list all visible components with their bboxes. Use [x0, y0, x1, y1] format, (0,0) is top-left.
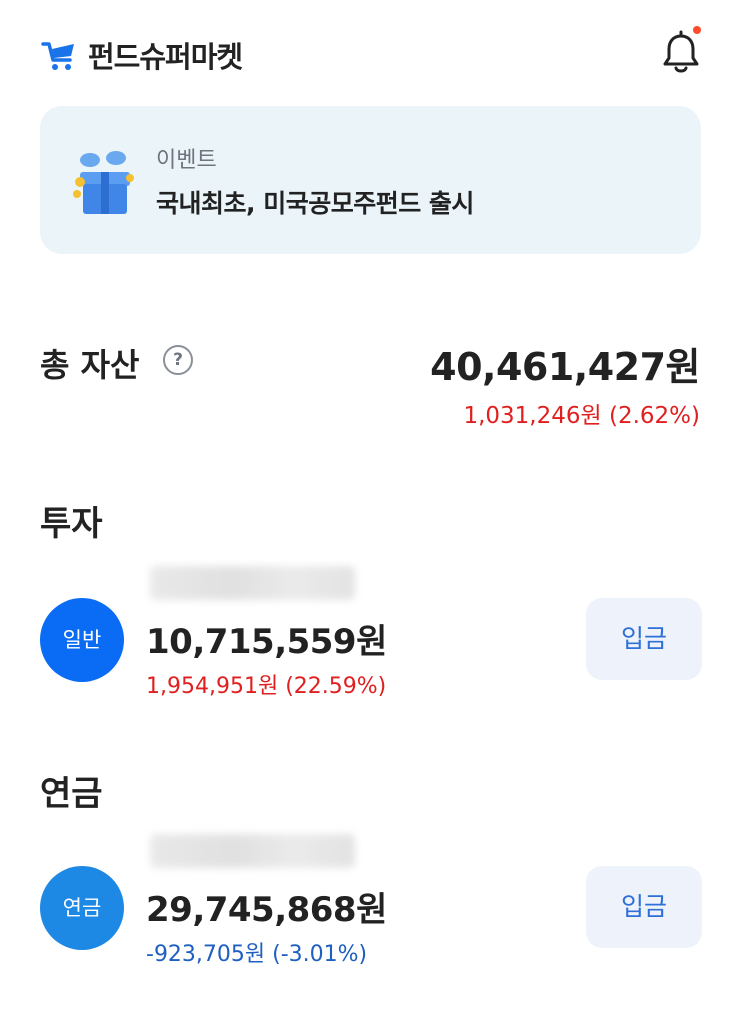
total-assets-label: 총 자산 — [40, 346, 140, 384]
account-name-blurred — [150, 566, 355, 600]
bell-icon[interactable] — [656, 28, 706, 78]
notification-dot — [693, 26, 701, 34]
account-change: 1,954,951원 (22.59%) — [146, 674, 387, 699]
investment-account[interactable]: 일반 10,715,559원 1,954,951원 (22.59%) 입금 — [40, 566, 703, 706]
account-name-blurred — [150, 834, 355, 868]
event-title: 국내최초, 미국공모주펀드 출시 — [156, 189, 474, 218]
pension-account[interactable]: 연금 29,745,868원 -923,705원 (-3.01%) 입금 — [40, 834, 703, 974]
gift-box-icon — [73, 151, 134, 214]
account-amount: 10,715,559원 — [146, 622, 387, 662]
app-name: 펀드슈퍼마켓 — [88, 40, 243, 74]
account-badge: 일반 — [40, 598, 124, 682]
total-assets-change: 1,031,246원 (2.62%) — [463, 403, 700, 429]
event-banner[interactable]: 이벤트 국내최초, 미국공모주펀드 출시 — [40, 106, 701, 254]
investment-section-title: 투자 — [40, 504, 103, 544]
app-header: 펀드슈퍼마켓 — [0, 0, 743, 100]
cart-icon — [41, 42, 74, 70]
app-logo[interactable]: 펀드슈퍼마켓 — [40, 34, 243, 76]
pension-section-title: 연금 — [40, 774, 103, 814]
account-badge: 연금 — [40, 866, 124, 950]
deposit-button[interactable]: 입금 — [586, 598, 702, 680]
account-amount: 29,745,868원 — [146, 890, 387, 930]
account-change: -923,705원 (-3.01%) — [146, 942, 368, 967]
help-icon[interactable]: ? — [163, 345, 193, 375]
deposit-button[interactable]: 입금 — [586, 866, 702, 948]
event-tag: 이벤트 — [156, 148, 217, 173]
total-assets-amount: 40,461,427원 — [430, 345, 700, 389]
